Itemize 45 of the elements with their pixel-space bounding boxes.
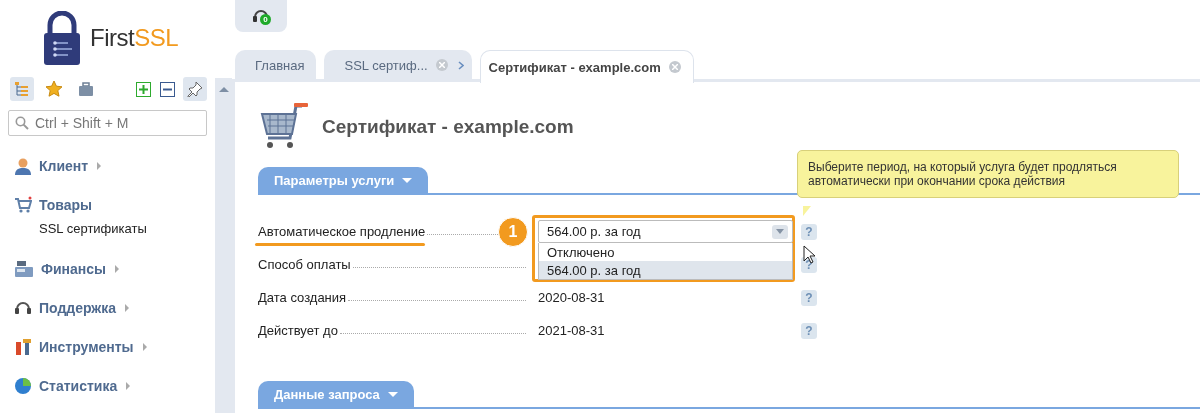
search-field[interactable]: Ctrl + Shift + M <box>8 110 207 136</box>
cart-icon <box>14 196 32 214</box>
tooltip-pointer <box>803 206 811 216</box>
menu-item[interactable]: Поддержка <box>14 296 215 320</box>
field-label: Автоматическое продление <box>258 224 426 239</box>
notification-count: 0 <box>260 14 271 25</box>
step-badge: 1 <box>498 217 528 247</box>
caret-icon[interactable] <box>772 224 788 239</box>
scroll-up-icon[interactable] <box>218 87 229 92</box>
close-icon[interactable] <box>668 61 681 73</box>
expand-all-icon[interactable] <box>135 81 151 98</box>
submenu-item[interactable]: SSL сертификаты <box>14 221 215 239</box>
field-label: Дата создания <box>258 290 347 305</box>
collapse-all-icon[interactable] <box>159 81 175 98</box>
search-icon <box>15 116 29 130</box>
tab[interactable]: Сертификат - example.com <box>479 50 694 83</box>
dropdown-arrow-icon <box>402 177 413 183</box>
cash-register-icon <box>14 260 34 278</box>
menu-item[interactable]: Инструменты <box>14 335 215 359</box>
menu-item[interactable]: Финансы <box>14 257 215 281</box>
pie-chart-icon <box>14 377 32 395</box>
tooltip: Выберите период, на который услуга будет продляться автоматически при окончании срока действия <box>797 150 1179 198</box>
pin-icon[interactable] <box>183 77 207 102</box>
close-icon[interactable] <box>435 59 448 71</box>
tree-view-icon[interactable] <box>10 77 34 102</box>
field-value: 2021-08-31 <box>538 323 605 338</box>
field-value: 2020-08-31 <box>538 290 605 305</box>
menu-item[interactable]: Клиент <box>14 154 215 178</box>
support-button[interactable]: 0 <box>235 0 287 32</box>
headset-icon <box>14 299 32 317</box>
tab[interactable]: Главная <box>235 50 317 80</box>
dropdown-option[interactable]: 564.00 р. за год <box>539 261 792 279</box>
logo-text: FirstSSL <box>90 24 179 53</box>
dropdown-arrow-icon <box>387 391 398 397</box>
menu-item[interactable]: Товары <box>14 193 215 217</box>
menu-item[interactable]: Статистика <box>14 374 215 398</box>
tab[interactable]: SSL сертиф... <box>324 50 472 80</box>
select-field[interactable]: 564.00 р. за год <box>538 220 793 243</box>
padlock-icon <box>44 11 80 66</box>
field-label: Действует до <box>258 323 338 338</box>
tools-icon <box>14 338 32 356</box>
field-label: Способ оплаты <box>258 257 351 272</box>
person-icon <box>14 157 32 175</box>
dropdown-option[interactable]: Отключено <box>539 243 792 261</box>
page-title: Сертификат - example.com <box>322 116 574 138</box>
